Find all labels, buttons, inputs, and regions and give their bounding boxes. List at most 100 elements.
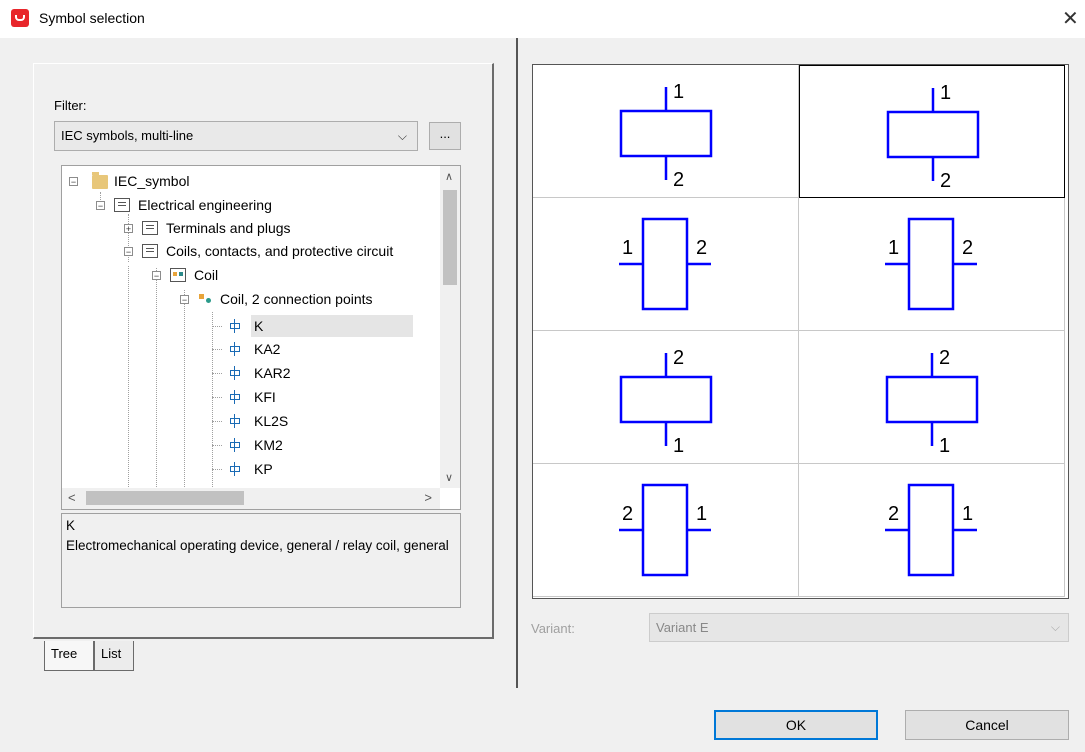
- expand-icon[interactable]: +: [124, 224, 133, 234]
- coil-body: [619, 375, 713, 424]
- symbol-icon: [228, 366, 242, 380]
- terminal-label-left: 2: [888, 503, 899, 525]
- relay-coil-symbol: 21: [885, 483, 977, 577]
- category-icon: [142, 244, 158, 258]
- filter-value: IEC symbols, multi-line: [61, 128, 194, 143]
- symbol-variant-cell[interactable]: 21: [799, 464, 1065, 597]
- tree-item-label: Coil, 2 connection points: [220, 291, 373, 307]
- symbol-variant-cell[interactable]: 21: [533, 331, 799, 464]
- tree-item-label: Electrical engineering: [138, 197, 272, 213]
- coil-body: [907, 217, 955, 311]
- symbol-icon: [228, 438, 242, 452]
- app-icon: [11, 9, 29, 27]
- tree-item-label: KFI: [254, 389, 276, 405]
- scroll-left-icon[interactable]: <: [68, 490, 76, 505]
- terminal-label-bottom: 2: [673, 169, 684, 191]
- terminal-label-bottom: 1: [939, 435, 950, 457]
- relay-coil-symbol: 12: [885, 217, 977, 311]
- coil-body: [619, 109, 713, 158]
- cancel-button[interactable]: Cancel: [905, 710, 1069, 740]
- tab-tree[interactable]: Tree: [44, 641, 94, 671]
- tree-line: [212, 421, 222, 422]
- collapse-icon[interactable]: −: [96, 201, 105, 211]
- filter-label: Filter:: [54, 98, 87, 113]
- scroll-thumb[interactable]: [86, 491, 244, 505]
- description-text: Electromechanical operating device, gene…: [66, 538, 449, 553]
- chevron-down-icon: ⌵: [397, 129, 407, 143]
- tree-item-label: Coils, contacts, and protective circuit: [166, 243, 394, 259]
- tree-item-label: KM2: [254, 437, 283, 453]
- tree-item-label: Coil: [194, 267, 219, 283]
- symbol-variant-cell[interactable]: 12: [533, 198, 799, 331]
- symbol-group-icon: [198, 292, 214, 306]
- terminal-label-left: 2: [622, 503, 633, 525]
- symbol-variant-cell[interactable]: 12: [799, 198, 1065, 331]
- folder-icon: [92, 172, 108, 189]
- terminal-label-bottom: 1: [673, 435, 684, 457]
- coil-body: [641, 483, 689, 577]
- coil-icon: [170, 268, 186, 282]
- tree-line: [212, 373, 222, 374]
- tree-item-label: KL2S: [254, 413, 289, 429]
- scroll-thumb[interactable]: [443, 190, 457, 285]
- collapse-icon[interactable]: −: [124, 247, 133, 257]
- filter-more-button[interactable]: ...: [429, 122, 461, 150]
- symbol-icon: [228, 342, 242, 356]
- collapse-icon[interactable]: −: [69, 177, 78, 187]
- tree-horizontal-scrollbar[interactable]: < >: [62, 488, 440, 509]
- relay-coil-symbol: 12: [619, 81, 713, 191]
- tree-line: [212, 326, 222, 327]
- tree-line: [212, 397, 222, 398]
- tab-list[interactable]: List: [94, 641, 134, 671]
- tree-line: [184, 290, 185, 509]
- symbol-variant-cell[interactable]: 21: [533, 464, 799, 597]
- tree-line: [212, 469, 222, 470]
- scroll-up-icon[interactable]: ∧: [445, 170, 453, 183]
- relay-coil-symbol: 12: [619, 217, 711, 311]
- coil-body: [907, 483, 955, 577]
- category-icon: [114, 198, 130, 212]
- tree-vertical-scrollbar[interactable]: ∧ ∨: [440, 166, 460, 488]
- relay-coil-symbol: 21: [619, 347, 713, 457]
- symbol-variant-cell[interactable]: 12: [799, 65, 1065, 198]
- coil-body: [886, 110, 980, 159]
- scroll-right-icon[interactable]: >: [424, 490, 432, 505]
- collapse-icon[interactable]: −: [180, 295, 189, 305]
- tree-item-label: KAR2: [254, 365, 291, 381]
- tree-line: [156, 268, 157, 509]
- variant-dropdown: Variant E ⌵: [649, 613, 1069, 642]
- symbol-tree[interactable]: − IEC_symbol − Electrical engineering + …: [61, 165, 461, 510]
- ok-button[interactable]: OK: [714, 710, 878, 740]
- tree-line: [212, 312, 213, 509]
- terminal-label-right: 1: [962, 503, 973, 525]
- panel-divider[interactable]: [516, 38, 518, 688]
- scroll-down-icon[interactable]: ∨: [445, 471, 453, 484]
- terminal-label-top: 2: [939, 347, 950, 369]
- symbol-icon: [228, 414, 242, 428]
- tree-line: [212, 445, 222, 446]
- symbol-preview-grid[interactable]: 1212121221212121: [532, 64, 1069, 599]
- terminal-label-top: 2: [673, 347, 684, 369]
- collapse-icon[interactable]: −: [152, 271, 161, 281]
- relay-coil-symbol: 21: [619, 483, 711, 577]
- symbol-description: K Electromechanical operating device, ge…: [61, 513, 461, 608]
- terminal-label-top: 1: [673, 81, 684, 103]
- window-title: Symbol selection: [39, 10, 145, 26]
- relay-coil-symbol: 21: [885, 347, 979, 457]
- description-name: K: [66, 518, 76, 533]
- filter-dropdown[interactable]: IEC symbols, multi-line ⌵: [54, 121, 418, 151]
- terminal-label-right: 2: [962, 237, 973, 259]
- variant-label: Variant:: [531, 621, 575, 636]
- symbol-variant-cell[interactable]: 21: [799, 331, 1065, 464]
- coil-body: [885, 375, 979, 424]
- tree-line: [212, 349, 222, 350]
- terminal-label-bottom: 2: [940, 170, 951, 192]
- terminal-label-left: 1: [888, 237, 899, 259]
- tree-item-label: Terminals and plugs: [166, 220, 291, 236]
- chevron-down-icon: ⌵: [1050, 620, 1060, 634]
- coil-body: [641, 217, 689, 311]
- symbol-variant-cell[interactable]: 12: [533, 65, 799, 198]
- close-icon[interactable]: ✕: [1062, 6, 1079, 31]
- symbol-icon: [228, 319, 242, 333]
- tree-item-label: IEC_symbol: [114, 173, 190, 189]
